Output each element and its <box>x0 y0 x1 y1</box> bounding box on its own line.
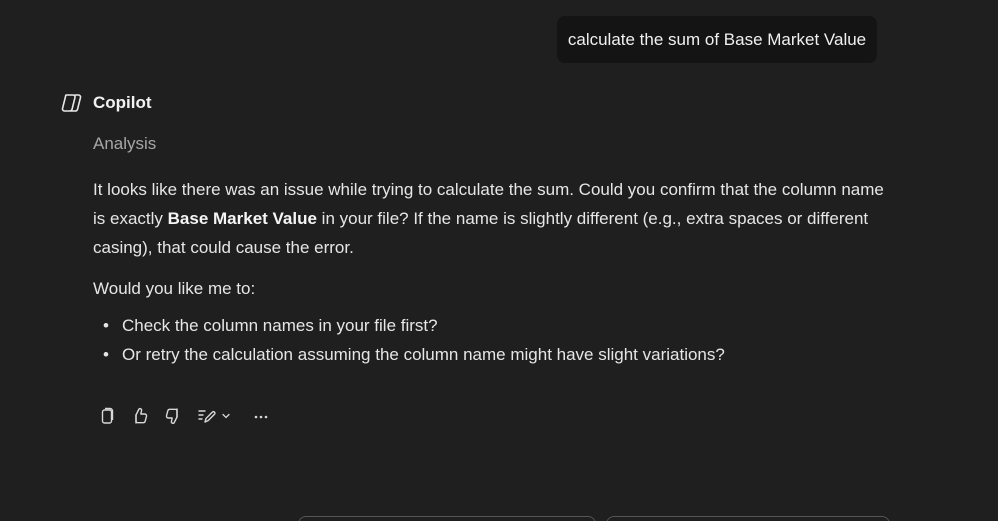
thumbs-down-icon[interactable] <box>162 405 184 427</box>
bullet-icon: • <box>103 316 109 335</box>
suggestion-chip[interactable] <box>298 516 596 521</box>
chevron-down-icon[interactable] <box>220 410 232 422</box>
edit-icon[interactable] <box>195 405 217 427</box>
list-item-text: Check the column names in your file firs… <box>122 316 438 335</box>
analysis-status-label[interactable]: Analysis <box>93 134 156 154</box>
copilot-logo-icon <box>60 91 84 115</box>
user-message-text: calculate the sum of Base Market Value <box>567 29 867 49</box>
column-name-bold: Base Market Value <box>167 209 317 228</box>
user-message-bubble: calculate the sum of Base Market Value <box>557 16 877 63</box>
list-item: • Check the column names in your file fir… <box>93 311 893 340</box>
suggestion-chip[interactable] <box>606 516 890 521</box>
edit-dropdown-button[interactable] <box>195 405 232 427</box>
response-paragraph-2: Would you like me to: <box>93 279 256 298</box>
bullet-icon: • <box>103 345 109 364</box>
list-item: • Or retry the calculation assuming the c… <box>93 340 893 369</box>
response-paragraph-1: It looks like there was an issue while t… <box>93 175 893 262</box>
list-item-text: Or retry the calculation assuming the co… <box>122 345 725 364</box>
assistant-response: It looks like there was an issue while t… <box>93 175 893 369</box>
copy-icon[interactable] <box>96 405 118 427</box>
more-icon[interactable] <box>250 405 272 427</box>
chat-page: calculate the sum of Base Market Value C… <box>0 0 998 521</box>
assistant-header: Copilot <box>60 91 152 115</box>
assistant-name: Copilot <box>93 93 152 112</box>
thumbs-up-icon[interactable] <box>129 405 151 427</box>
suggestion-list: • Check the column names in your file fir… <box>93 311 893 369</box>
message-actions <box>96 405 272 427</box>
